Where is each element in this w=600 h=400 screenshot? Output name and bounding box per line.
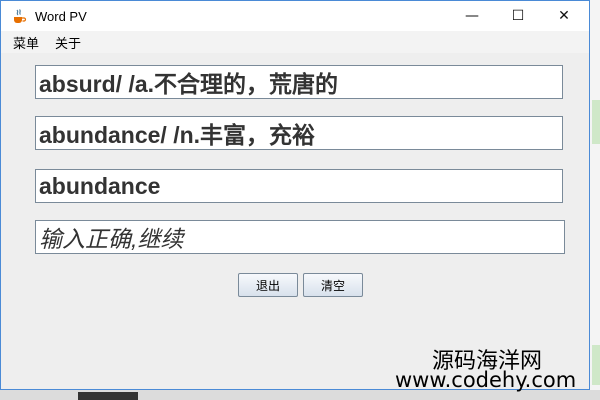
main-panel: absurd/ /a.不合理的，荒唐的 abundance/ /n.丰富，充裕 …: [1, 53, 589, 389]
background-panel: [592, 345, 600, 385]
clear-button[interactable]: 清空: [303, 273, 363, 297]
word-definition-field-2[interactable]: abundance/ /n.丰富，充裕: [35, 116, 563, 150]
maximize-icon: ☐: [511, 8, 525, 24]
background-dark-block: [78, 392, 138, 400]
status-field[interactable]: 输入正确,继续: [35, 220, 565, 254]
close-icon: ✕: [558, 8, 570, 24]
minimize-button[interactable]: —: [449, 1, 495, 31]
window-title: Word PV: [35, 8, 87, 24]
menu-bar: 菜单 关于: [1, 31, 589, 53]
watermark-url: www.codehy.com: [395, 368, 577, 392]
java-cup-icon: [14, 9, 27, 23]
word-definition-field-1[interactable]: absurd/ /a.不合理的，荒唐的: [35, 65, 563, 99]
background-window-strip: [590, 0, 600, 400]
menu-item-menu[interactable]: 菜单: [11, 31, 41, 54]
minimize-icon: —: [465, 8, 479, 24]
exit-button[interactable]: 退出: [238, 273, 298, 297]
app-window: Word PV — ☐ ✕ 菜单 关于 absurd/ /a.不合理的，荒唐的 …: [0, 0, 590, 390]
close-button[interactable]: ✕: [541, 1, 587, 31]
menu-item-about[interactable]: 关于: [53, 31, 83, 54]
maximize-button[interactable]: ☐: [495, 1, 541, 31]
answer-input[interactable]: abundance: [35, 169, 563, 203]
background-panel: [592, 100, 600, 144]
title-bar[interactable]: Word PV — ☐ ✕: [1, 1, 589, 31]
